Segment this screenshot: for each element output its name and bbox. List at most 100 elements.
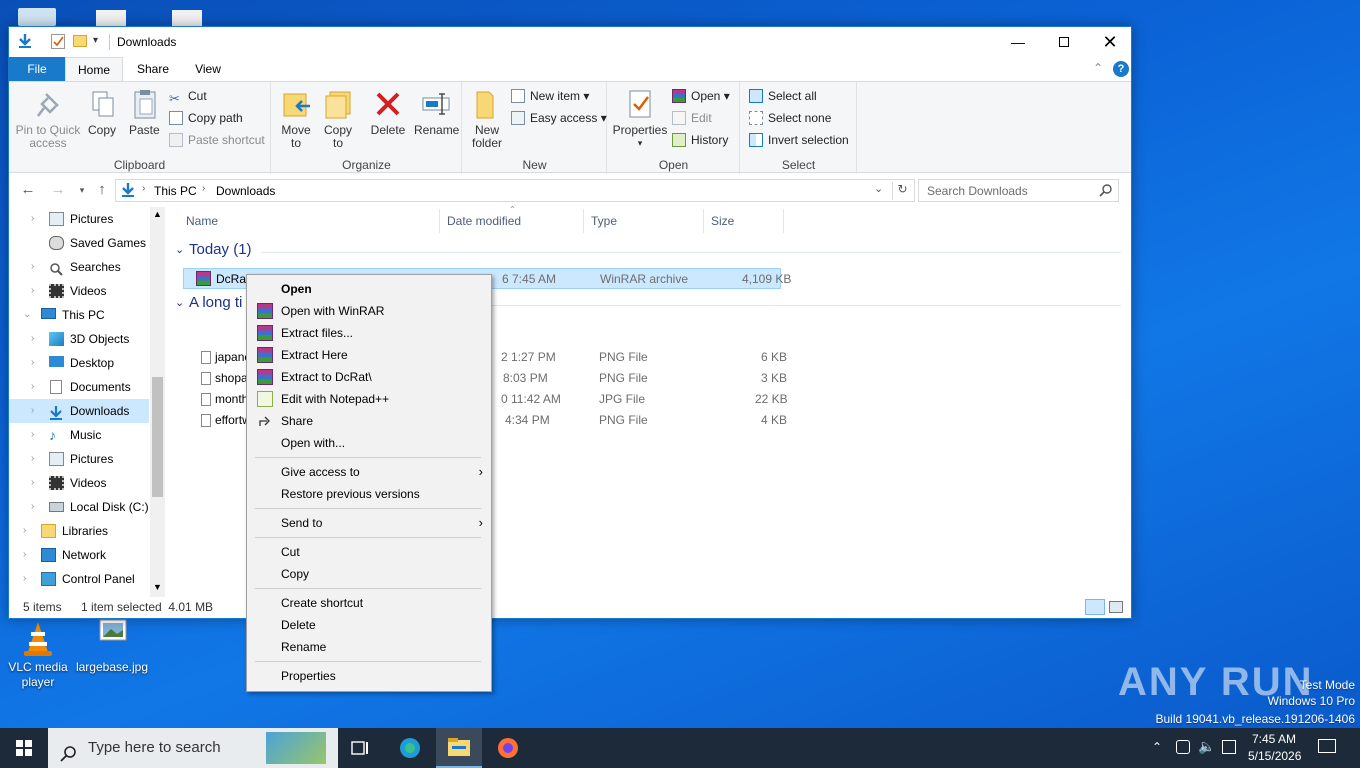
cut-button[interactable]: ✂ Cut xyxy=(169,86,207,106)
details-view-icon[interactable] xyxy=(1085,599,1105,615)
new-folder-quick-icon[interactable] xyxy=(73,35,87,47)
invert-selection-button[interactable]: Invert selection xyxy=(749,130,849,150)
history-button[interactable]: History xyxy=(672,130,728,150)
nav-item-pictures-2[interactable]: › Pictures xyxy=(9,447,149,471)
desktop-file-icon-partial[interactable] xyxy=(172,10,202,26)
nav-item-videos[interactable]: › Videos xyxy=(9,279,149,303)
menu-copy[interactable]: Copy xyxy=(249,563,489,585)
open-button[interactable]: Open ▾ xyxy=(672,86,730,106)
maximize-button[interactable] xyxy=(1041,27,1087,57)
delete-button[interactable]: Delete xyxy=(368,88,408,137)
minimize-button[interactable]: — xyxy=(995,27,1041,57)
menu-extract-to[interactable]: Extract to DcRat\ xyxy=(249,366,489,388)
select-all-button[interactable]: Select all xyxy=(749,86,817,106)
show-hidden-icons-icon[interactable]: ⌃ xyxy=(1152,740,1162,754)
nav-item-searches[interactable]: › Searches xyxy=(9,255,149,279)
new-item-button[interactable]: New item ▾ xyxy=(511,86,589,106)
group-collapse-icon[interactable]: ⌄ xyxy=(175,296,184,309)
pin-quick-access-button[interactable]: Pin to Quick access xyxy=(15,88,81,150)
group-longtime-header[interactable]: A long ti xyxy=(189,294,242,311)
menu-edit-notepad[interactable]: Edit with Notepad++ xyxy=(249,388,489,410)
tab-share[interactable]: Share xyxy=(131,57,175,81)
column-type[interactable]: Type xyxy=(591,207,701,235)
back-button[interactable]: ← xyxy=(17,180,39,200)
group-collapse-icon[interactable]: ⌄ xyxy=(175,243,184,256)
desktop-vlc-icon[interactable]: VLC media player xyxy=(0,618,76,690)
menu-open[interactable]: Open xyxy=(249,278,489,300)
nav-item-local-disk[interactable]: › Local Disk (C:) xyxy=(9,495,149,519)
collapse-ribbon-icon[interactable]: ⌃ xyxy=(1093,61,1103,75)
volume-icon[interactable]: 🔈 xyxy=(1198,738,1215,755)
input-indicator-icon[interactable] xyxy=(1222,740,1236,754)
scroll-up-icon[interactable]: ▲ xyxy=(153,209,162,219)
properties-button[interactable]: Properties ▾ xyxy=(610,88,670,150)
menu-extract-files[interactable]: Extract files... xyxy=(249,322,489,344)
edit-button[interactable]: Edit xyxy=(672,108,712,128)
nav-item-desktop[interactable]: › Desktop xyxy=(9,351,149,375)
paste-shortcut-button[interactable]: Paste shortcut xyxy=(169,130,265,150)
new-folder-button[interactable]: New folder xyxy=(467,88,507,150)
nav-item-3d-objects[interactable]: › 3D Objects xyxy=(9,327,149,351)
menu-send-to[interactable]: Send to › xyxy=(249,512,489,534)
start-button[interactable] xyxy=(0,728,48,768)
task-view-button[interactable] xyxy=(344,738,374,758)
scroll-thumb[interactable] xyxy=(152,377,163,497)
search-input[interactable]: Search Downloads xyxy=(918,179,1119,202)
forward-button[interactable]: → xyxy=(47,180,69,200)
menu-restore-versions[interactable]: Restore previous versions xyxy=(249,483,489,505)
tab-home[interactable]: Home xyxy=(65,57,123,81)
customize-qat-icon[interactable]: ▾ xyxy=(93,35,98,46)
nav-item-documents[interactable]: › Documents xyxy=(9,375,149,399)
title-bar[interactable]: ▾ Downloads — ✕ xyxy=(9,27,1131,57)
desktop-largebase-icon[interactable]: largebase.jpg xyxy=(74,618,150,675)
explorer-taskbar-button[interactable] xyxy=(436,728,482,768)
nav-item-music[interactable]: › ♪ Music xyxy=(9,423,149,447)
recent-locations-button[interactable]: ▾ xyxy=(71,180,93,200)
properties-quick-icon[interactable] xyxy=(51,34,65,49)
breadcrumb-this-pc[interactable]: This PC xyxy=(154,184,197,198)
menu-cut[interactable]: Cut xyxy=(249,541,489,563)
desktop-file-icon-partial[interactable] xyxy=(96,10,126,26)
tab-file[interactable]: File xyxy=(9,57,65,81)
taskbar-date[interactable]: 5/15/2026 xyxy=(1248,749,1301,763)
nav-item-videos-2[interactable]: › Videos xyxy=(9,471,149,495)
easy-access-button[interactable]: Easy access ▾ xyxy=(511,108,607,128)
nav-item-pictures[interactable]: › Pictures xyxy=(9,207,149,231)
menu-create-shortcut[interactable]: Create shortcut xyxy=(249,592,489,614)
nav-item-control-panel[interactable]: › Control Panel xyxy=(9,567,149,591)
edge-taskbar-button[interactable] xyxy=(396,736,424,760)
network-tray-icon[interactable] xyxy=(1176,740,1190,754)
large-icons-view-icon[interactable] xyxy=(1109,601,1123,613)
rename-button[interactable]: Rename xyxy=(414,88,459,137)
nav-item-downloads[interactable]: › Downloads xyxy=(9,399,149,423)
menu-extract-here[interactable]: Extract Here xyxy=(249,344,489,366)
group-today-header[interactable]: Today (1) xyxy=(189,241,252,258)
copy-path-button[interactable]: Copy path xyxy=(169,108,243,128)
nav-item-libraries[interactable]: › Libraries xyxy=(9,519,149,543)
menu-open-with[interactable]: Open with... xyxy=(249,432,489,454)
help-icon[interactable]: ? xyxy=(1113,61,1129,77)
copy-to-button[interactable]: Copy to xyxy=(320,88,356,150)
menu-share[interactable]: Share xyxy=(249,410,489,432)
nav-item-this-pc[interactable]: ⌄ This PC xyxy=(9,303,149,327)
select-none-button[interactable]: Select none xyxy=(749,108,831,128)
menu-rename[interactable]: Rename xyxy=(249,636,489,658)
breadcrumb-downloads[interactable]: Downloads xyxy=(216,184,275,198)
taskbar-time[interactable]: 7:45 AM xyxy=(1252,732,1296,746)
desktop-recycle-bin-partial[interactable] xyxy=(18,8,56,26)
address-dropdown-icon[interactable]: ⌄ xyxy=(874,182,883,195)
nav-item-saved-games[interactable]: Saved Games xyxy=(9,231,149,255)
menu-open-with-winrar[interactable]: Open with WinRAR xyxy=(249,300,489,322)
menu-delete[interactable]: Delete xyxy=(249,614,489,636)
up-button[interactable]: ↑ xyxy=(91,180,113,200)
notifications-icon[interactable] xyxy=(1318,739,1336,753)
refresh-icon[interactable]: ↻ xyxy=(892,182,912,200)
menu-properties[interactable]: Properties xyxy=(249,665,489,687)
copy-button[interactable]: Copy xyxy=(87,88,117,137)
address-field[interactable]: › This PC › Downloads ⌄ ↻ xyxy=(115,179,915,202)
move-to-button[interactable]: Move to xyxy=(278,88,314,150)
close-button[interactable]: ✕ xyxy=(1087,27,1133,57)
scroll-down-icon[interactable]: ▼ xyxy=(153,582,162,592)
column-name[interactable]: Name xyxy=(186,207,436,235)
nav-item-network[interactable]: › Network xyxy=(9,543,149,567)
